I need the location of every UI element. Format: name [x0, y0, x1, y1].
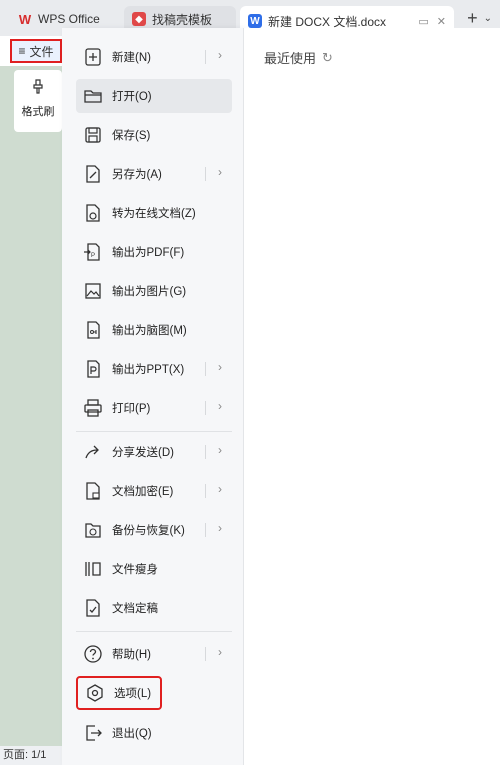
- printer-icon: [82, 397, 104, 419]
- menu-item-slim[interactable]: 文件瘦身: [76, 552, 232, 586]
- menu-divider: [76, 631, 232, 632]
- chevron-right-icon: ›: [218, 645, 222, 659]
- exit-icon: [82, 722, 104, 744]
- menu-item-export-image[interactable]: 输出为图片(G): [76, 274, 232, 308]
- gear-icon: [84, 682, 106, 704]
- export-ppt-icon: [82, 358, 104, 380]
- menu-item-export-mindmap[interactable]: 输出为脑图(M): [76, 313, 232, 347]
- format-painter-button[interactable]: 格式刷: [14, 70, 62, 132]
- export-image-icon: [82, 280, 104, 302]
- help-icon: [82, 643, 104, 665]
- menu-icon: ≡: [18, 44, 26, 58]
- chevron-right-icon: ›: [218, 48, 222, 62]
- menu-item-open[interactable]: 打开(O): [76, 79, 232, 113]
- menu-item-export-pdf[interactable]: P 输出为PDF(F): [76, 235, 232, 269]
- chevron-down-icon[interactable]: ⌄: [484, 13, 492, 24]
- new-file-icon: [82, 46, 104, 68]
- float-window-icon[interactable]: ▭: [418, 15, 428, 28]
- menu-item-options[interactable]: 选项(L): [76, 676, 162, 710]
- menu-item-export-ppt[interactable]: 输出为PPT(X) ›: [76, 352, 232, 386]
- tab-label: WPS Office: [38, 12, 100, 26]
- cloud-doc-icon: [82, 202, 104, 224]
- save-icon: [82, 124, 104, 146]
- export-pdf-icon: P: [82, 241, 104, 263]
- menu-item-save[interactable]: 保存(S): [76, 118, 232, 152]
- compress-icon: [82, 558, 104, 580]
- svg-text:P: P: [91, 253, 95, 259]
- wps-logo-icon: W: [18, 11, 32, 27]
- chevron-right-icon: ›: [218, 399, 222, 413]
- menu-item-finalize[interactable]: 文档定稿: [76, 591, 232, 625]
- file-menu-button[interactable]: ≡ 文件: [10, 39, 62, 63]
- save-as-icon: [82, 163, 104, 185]
- menu-item-share[interactable]: 分享发送(D) ›: [76, 435, 232, 469]
- file-menu-label: 文件: [29, 44, 54, 59]
- brush-icon: [30, 78, 46, 97]
- page-indicator: 页面: 1/1: [0, 746, 62, 765]
- menu-item-new[interactable]: 新建(N) ›: [76, 40, 232, 74]
- close-icon[interactable]: ✕: [437, 15, 446, 28]
- menu-item-encrypt[interactable]: 文档加密(E) ›: [76, 474, 232, 508]
- tab-label: 新建 DOCX 文档.docx: [268, 14, 387, 29]
- menu-item-backup[interactable]: 备份与恢复(K) ›: [76, 513, 232, 547]
- recent-title: 最近使用: [264, 51, 317, 66]
- menu-item-print[interactable]: 打印(P) ›: [76, 391, 232, 425]
- new-tab-icon[interactable]: +: [467, 8, 478, 29]
- chevron-right-icon: ›: [218, 165, 222, 179]
- chevron-right-icon: ›: [218, 482, 222, 496]
- tab-label: 找稿壳模板: [152, 12, 213, 27]
- refresh-icon[interactable]: ↻: [322, 50, 333, 66]
- menu-item-help[interactable]: 帮助(H) ›: [76, 637, 232, 671]
- chevron-right-icon: ›: [218, 521, 222, 535]
- menu-divider: [76, 431, 232, 432]
- share-icon: [82, 441, 104, 463]
- finalize-icon: [82, 597, 104, 619]
- format-painter-label: 格式刷: [21, 106, 55, 118]
- lock-doc-icon: [82, 480, 104, 502]
- menu-item-online-doc[interactable]: 转为在线文档(Z): [76, 196, 232, 230]
- folder-open-icon: [82, 85, 104, 107]
- file-menu-panel: 新建(N) › 打开(O) 保存(S) 另存为(A) › 转为在线文档(Z) P…: [62, 28, 244, 765]
- chevron-right-icon: ›: [218, 360, 222, 374]
- template-icon: ◆: [132, 12, 146, 26]
- export-mindmap-icon: [82, 319, 104, 341]
- backup-icon: [82, 519, 104, 541]
- recent-panel: 最近使用 ↻: [244, 28, 500, 765]
- word-doc-icon: W: [248, 14, 262, 28]
- chevron-right-icon: ›: [218, 443, 222, 457]
- menu-item-save-as[interactable]: 另存为(A) ›: [76, 157, 232, 191]
- document-background: [0, 66, 62, 746]
- menu-item-exit[interactable]: 退出(Q): [76, 716, 232, 750]
